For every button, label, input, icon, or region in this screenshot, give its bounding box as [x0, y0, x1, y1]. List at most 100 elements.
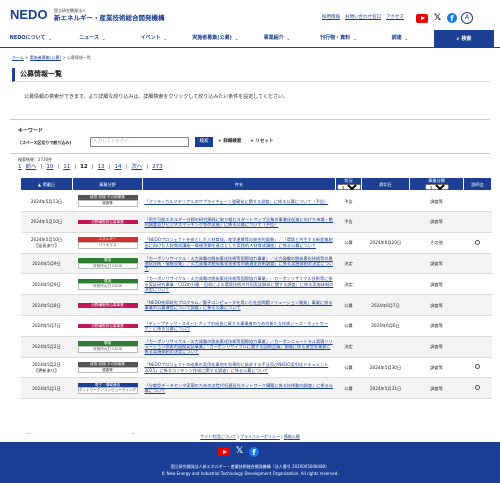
row-subject-link[interactable]: 「カーボンリサイクル・火力発電の脱炭素化技術等国際協力事業」／火力発電の脱炭素化… — [145, 256, 333, 272]
nav-news[interactable]: ニュース ⌄ — [62, 30, 124, 47]
nav-procurement-label: 調達 — [391, 35, 402, 42]
cell-deadline — [361, 211, 410, 233]
facebook-icon[interactable]: f — [249, 446, 259, 457]
cell-subject[interactable]: 「カーボンリサイクル・火力発電の脱炭素化技術等国際協力事業」／火力発電の脱炭素化… — [142, 253, 336, 275]
table-row: 2024年5月10日 【延長あり】 エネルギー バイオマス 「NEDOプロジェクトを核と… — [20, 232, 492, 254]
pager-page-13[interactable]: 13 — [98, 164, 105, 171]
row-subject-link[interactable]: 「NEDOプロジェクトを核とした人材育成、産学連携等の総合的展開」／「環境と共生… — [145, 237, 333, 247]
row-subject-link[interactable]: 「NEDO先導研究プログラム／量子コンピュータを用いた社会問題ソリューション開発… — [145, 300, 333, 310]
cell-status: 公募 — [335, 232, 362, 254]
pager-separator: | — [74, 164, 77, 170]
cell-dept: 環境 次世代火力 CCUS — [72, 273, 143, 296]
detail-search-link[interactable]: + 詳細検索 — [218, 139, 241, 145]
cell-category: 調査等 — [409, 190, 464, 213]
nav-search-button[interactable]: ⌕ 検索 — [434, 30, 494, 48]
cell-subject[interactable]: 「クリティカルマテリアルのサプライチェーン強靭化に関する調査」に係る公募について… — [142, 190, 336, 213]
header-link-contact[interactable]: お問い合わせ窓口 — [345, 15, 381, 21]
row-subject-link[interactable]: 「分散型データセンタ実現のための次世代低遅延光ネットワーク構築に係る技術動向調査… — [145, 383, 333, 393]
facebook-icon[interactable]: f — [447, 13, 457, 23]
dept-sub-tag: 次世代火力 CCUS — [77, 262, 138, 270]
pager-page-11[interactable]: 11 — [63, 164, 70, 171]
pager-next[interactable]: 次へ — [131, 164, 142, 171]
chevron-down-icon: ⌄ — [404, 36, 408, 41]
cell-briefing — [463, 315, 492, 337]
cell-dept: 経営 評価 その他事業 調査等 — [72, 357, 143, 379]
cell-status: 公募 — [335, 315, 362, 337]
header-link-recruit[interactable]: 採用情報 — [322, 15, 340, 21]
cell-date: 2024年5月8日 — [20, 294, 73, 317]
cell-date: 2024年5月2日 — [20, 336, 73, 358]
keyword-label: キーワード — [18, 128, 44, 134]
youtube-icon[interactable] — [218, 447, 230, 456]
row-subject-link[interactable]: 「カーボンリサイクル・火力発電の脱炭素化技術等国際協力事業」／カーボンニュートラ… — [145, 339, 333, 355]
table-row: 2024年5月8日 分野横断的公募事業 「NEDO先導研究プログラム／量子コンピュー… — [20, 294, 492, 317]
cell-subject[interactable]: 「カーボンリサイクル・火力発電の脱炭素化技術等国際協力事業」／カーボンリサイクル… — [142, 273, 336, 296]
nedo-logo[interactable]: NEDO — [10, 7, 50, 22]
language-icon[interactable]: A — [461, 12, 473, 24]
pager-prev[interactable]: 前へ — [26, 164, 37, 171]
pager-page-14[interactable]: 14 — [114, 164, 121, 171]
cell-subject[interactable]: 「NEDOプロジェクトを核とした人材育成、産学連携等の総合的展開」／「環境と共生… — [142, 232, 336, 254]
col-date[interactable]: ▲ 掲載日 — [20, 176, 73, 192]
row-subject-link[interactable]: 「再生可能エネルギー分野の研究開発に取り組むスタートアップ企業の事業化促進に向け… — [145, 217, 333, 227]
cell-subject[interactable]: 「NEDOプロジェクトの成果の実用化事例を効果的に訴求する手法及びNEDO実用化… — [142, 357, 336, 379]
nav-about[interactable]: NEDOについて ⌄ — [0, 30, 62, 47]
footer-link-privacy[interactable]: プライバシーポリシー — [240, 434, 280, 439]
col-status-label: 状況 — [344, 178, 353, 183]
cell-deadline — [361, 336, 410, 358]
cell-briefing — [463, 253, 492, 275]
table-row: 2024年5月10日 分野横断的公募事業 「再生可能エネルギー分野の研究開発に取り組… — [20, 211, 492, 233]
row-date: 2024年5月8日 — [32, 302, 61, 308]
footer: サイト利用について | プライバシーポリシー | 情報公開 𝕏 f 国立研究開発… — [0, 434, 500, 483]
nav-events[interactable]: イベント ⌄ — [123, 30, 185, 47]
cell-status: 決定 — [335, 273, 362, 296]
cell-deadline: 2024年5月30日 — [361, 357, 410, 379]
cell-category: 調査等 — [409, 253, 464, 275]
table-header-row: ▲ 掲載日 事業分野 件名 状況 すべて 締切日 事業分類 すべて 説明会 — [20, 176, 492, 192]
pager-separator: | — [108, 164, 111, 170]
cell-subject[interactable]: 「再生可能エネルギー分野の研究開発に取り組むスタートアップ企業の事業化促進に向け… — [142, 211, 336, 233]
x-icon[interactable]: 𝕏 — [234, 446, 245, 457]
row-subject-link[interactable]: 「NEDOプロジェクトの成果の実用化事例を効果的に訴求する手法及びNEDO実用化… — [145, 362, 329, 372]
date-note: 【延長あり】 — [33, 242, 60, 248]
briefing-circle-icon — [475, 364, 480, 370]
youtube-icon[interactable] — [416, 13, 428, 23]
cell-subject[interactable]: 「カーボンリサイクル・火力発電の脱炭素化技術等国際協力事業」／カーボンニュートラ… — [142, 336, 336, 358]
briefing-circle-icon — [475, 385, 480, 391]
cell-deadline: 2024年6月20日 — [361, 232, 410, 254]
keyword-input[interactable]: 入力してください — [90, 137, 189, 147]
col-deadline[interactable]: 締切日 — [361, 176, 410, 192]
pager-first[interactable]: 1 — [18, 164, 22, 171]
results-table: ▲ 掲載日 事業分野 件名 状況 すべて 締切日 事業分類 すべて 説明会 2024… — [20, 176, 492, 400]
cell-subject[interactable]: 「分散型データセンタ実現のための次世代低遅延光ネットワーク構築に係る技術動向調査… — [142, 377, 336, 400]
row-subject-link[interactable]: 「ディープテック・スタートアップの成長に資する事業者のための新たな技術シーズ・ネ… — [145, 321, 328, 331]
nav-search-label: 検索 — [461, 35, 472, 42]
category-filter-select[interactable]: すべて — [424, 184, 449, 191]
cell-subject[interactable]: 「NEDO先導研究プログラム／量子コンピュータを用いた社会問題ソリューション開発… — [142, 294, 336, 317]
pager-last[interactable]: 273 — [152, 164, 163, 171]
nav-projects[interactable]: 事業紹介 ⌄ — [246, 30, 308, 47]
cell-category: 調査等 — [409, 315, 464, 337]
col-category: 事業分類 すべて — [409, 176, 464, 192]
pager-separator: | — [57, 164, 60, 170]
status-filter-select[interactable]: すべて — [336, 184, 361, 191]
x-icon[interactable]: 𝕏 — [432, 13, 443, 24]
cell-dept: 分野横断的公募事業 — [72, 211, 143, 233]
nav-publications[interactable]: 刊行物・資料 ⌄ — [308, 30, 370, 47]
row-subject-link[interactable]: 「クリティカルマテリアルのサプライチェーン強靭化に関する調査」に係る公募について… — [145, 199, 329, 204]
breadcrumb-home[interactable]: ホーム — [12, 55, 24, 60]
reset-link[interactable]: × リセット — [250, 139, 273, 145]
keyword-search-button[interactable]: 検索 — [195, 137, 213, 147]
header-link-access[interactable]: アクセス — [386, 15, 404, 21]
cell-briefing — [463, 357, 492, 379]
nav-open-calls-label: 実施者募集(公募) — [192, 35, 232, 42]
nav-procurement[interactable]: 調達 ⌄ — [369, 30, 431, 47]
footer-link-site-usage[interactable]: サイト利用について — [200, 434, 236, 439]
row-subject-link[interactable]: 「カーボンリサイクル・火力発電の脱炭素化技術等国際協力事業」／カーボンリサイクル… — [145, 276, 334, 292]
cell-category: 調査等 — [409, 377, 464, 400]
pager-page-10[interactable]: 10 — [46, 164, 53, 171]
cell-subject[interactable]: 「ディープテック・スタートアップの成長に資する事業者のための新たな技術シーズ・ネ… — [142, 315, 336, 337]
nav-open-calls[interactable]: 実施者募集(公募) ⌄ — [185, 30, 247, 47]
footer-link-disclosure[interactable]: 情報公開 — [284, 434, 300, 439]
breadcrumb-open-calls[interactable]: 実施者募集(公募) — [30, 55, 61, 60]
